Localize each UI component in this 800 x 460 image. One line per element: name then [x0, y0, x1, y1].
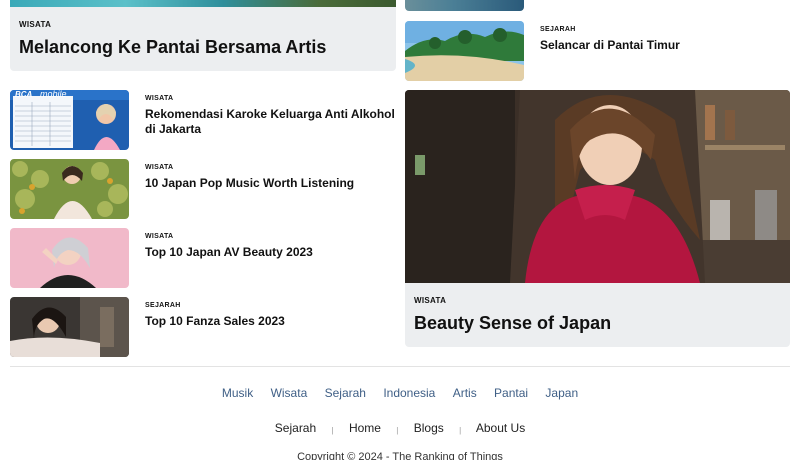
list-item[interactable]: SEJARAH Selancar di Pantai Timur: [405, 21, 790, 81]
footer-nav-blogs[interactable]: Blogs: [414, 421, 444, 435]
article-category[interactable]: WISATA: [145, 164, 173, 171]
article-category[interactable]: SEJARAH: [540, 26, 576, 33]
footer-divider: [10, 366, 790, 367]
tag-link-sejarah[interactable]: Sejarah: [325, 386, 366, 400]
nav-separator: |: [396, 426, 399, 435]
footer-tag-links: Musik Wisata Sejarah Indonesia Artis Pan…: [0, 386, 800, 400]
top-article-image[interactable]: [10, 0, 396, 7]
footer-nav-about-us[interactable]: About Us: [476, 421, 525, 435]
article-thumbnail[interactable]: [405, 21, 524, 81]
article-category[interactable]: WISATA: [19, 20, 51, 29]
footer-nav: Sejarah | Home | Blogs | About Us: [0, 421, 800, 435]
article-title[interactable]: Rekomendasi Karoke Keluarga Anti Alkohol…: [145, 107, 395, 137]
thumbnail-tag-text: mobile: [40, 90, 67, 99]
article-thumbnail[interactable]: BCA mobile: [10, 90, 129, 150]
tag-link-musik[interactable]: Musik: [222, 386, 253, 400]
list-item[interactable]: SEJARAH Top 10 Fanza Sales 2023: [10, 297, 396, 357]
article-thumbnail[interactable]: [10, 159, 129, 219]
list-item[interactable]: BCA mobile WISATA Rekomendasi Karoke Kel…: [10, 90, 396, 150]
footer-nav-sejarah[interactable]: Sejarah: [275, 421, 316, 435]
tag-link-wisata[interactable]: Wisata: [271, 386, 308, 400]
article-category[interactable]: WISATA: [145, 95, 173, 102]
tag-link-artis[interactable]: Artis: [453, 386, 477, 400]
article-title[interactable]: Top 10 Japan AV Beauty 2023: [145, 245, 395, 260]
footer-nav-home[interactable]: Home: [349, 421, 381, 435]
article-title[interactable]: Selancar di Pantai Timur: [540, 38, 680, 52]
article-category[interactable]: SEJARAH: [145, 302, 181, 309]
list-item[interactable]: WISATA 10 Japan Pop Music Worth Listenin…: [10, 159, 396, 219]
article-title[interactable]: Beauty Sense of Japan: [414, 313, 611, 334]
article-title[interactable]: Melancong Ke Pantai Bersama Artis: [19, 37, 326, 58]
article-title[interactable]: 10 Japan Pop Music Worth Listening: [145, 176, 395, 191]
top-article-card[interactable]: WISATA Melancong Ke Pantai Bersama Artis: [10, 0, 396, 71]
article-thumbnail[interactable]: [10, 297, 129, 357]
article-category[interactable]: WISATA: [414, 296, 446, 305]
article-thumbnail[interactable]: [10, 228, 129, 288]
nav-separator: |: [331, 426, 334, 435]
tag-link-pantai[interactable]: Pantai: [494, 386, 528, 400]
featured-article-image[interactable]: [405, 90, 790, 283]
article-thumbnail[interactable]: [405, 0, 524, 11]
list-item[interactable]: WISATA Top 10 Japan AV Beauty 2023: [10, 228, 396, 288]
nav-separator: |: [459, 426, 462, 435]
article-category[interactable]: WISATA: [145, 233, 173, 240]
thumbnail-brand-text: BCA: [15, 90, 33, 99]
tag-link-japan[interactable]: Japan: [545, 386, 578, 400]
article-title[interactable]: Top 10 Fanza Sales 2023: [145, 314, 395, 329]
copyright-text: Copyright © 2024 - The Ranking of Things: [297, 451, 503, 460]
tag-link-indonesia[interactable]: Indonesia: [383, 386, 435, 400]
featured-article-card[interactable]: WISATA Beauty Sense of Japan: [405, 90, 790, 347]
